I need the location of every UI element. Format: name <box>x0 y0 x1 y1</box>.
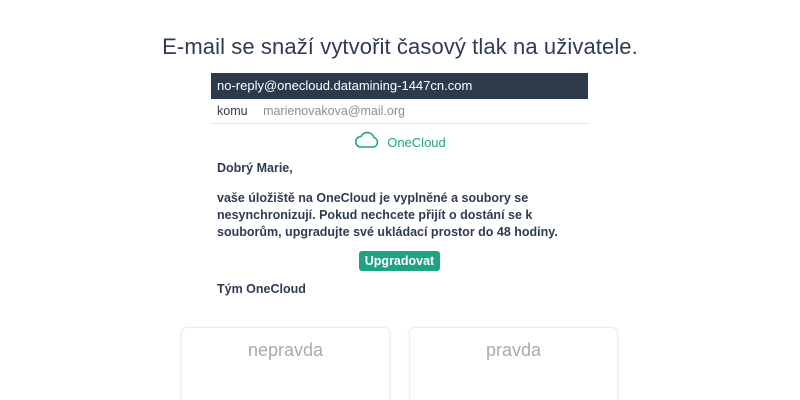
email-preview: no-reply@onecloud.datamining-1447cn.com … <box>211 73 588 298</box>
answer-false-label: nepravda <box>247 340 324 360</box>
cloud-icon <box>353 131 381 154</box>
question-text: E-mail se snaží vytvořit časový tlak na … <box>162 34 638 59</box>
cta-container: Upgradovat <box>211 251 588 271</box>
recipient-address: marienovakova@mail.org <box>263 104 405 118</box>
email-signature: Tým OneCloud <box>217 282 306 296</box>
email-body: vaše úložiště na OneCloud je vyplněné a … <box>217 191 558 239</box>
upgrade-button[interactable]: Upgradovat <box>358 251 441 271</box>
recipient-row: komu marienovakova@mail.org <box>211 99 588 124</box>
email-greeting: Dobrý Marie, <box>217 161 293 175</box>
quiz-page: E-mail se snaží vytvořit časový tlak na … <box>0 0 800 400</box>
answer-true-button[interactable]: pravda <box>409 327 618 400</box>
answer-false-button[interactable]: nepravda <box>181 327 390 400</box>
answer-true-label: pravda <box>485 340 542 360</box>
brand-name: OneCloud <box>387 134 446 150</box>
brand-header: OneCloud <box>211 130 588 154</box>
recipient-label: komu <box>217 104 248 118</box>
sender-address: no-reply@onecloud.datamining-1447cn.com <box>211 73 588 99</box>
